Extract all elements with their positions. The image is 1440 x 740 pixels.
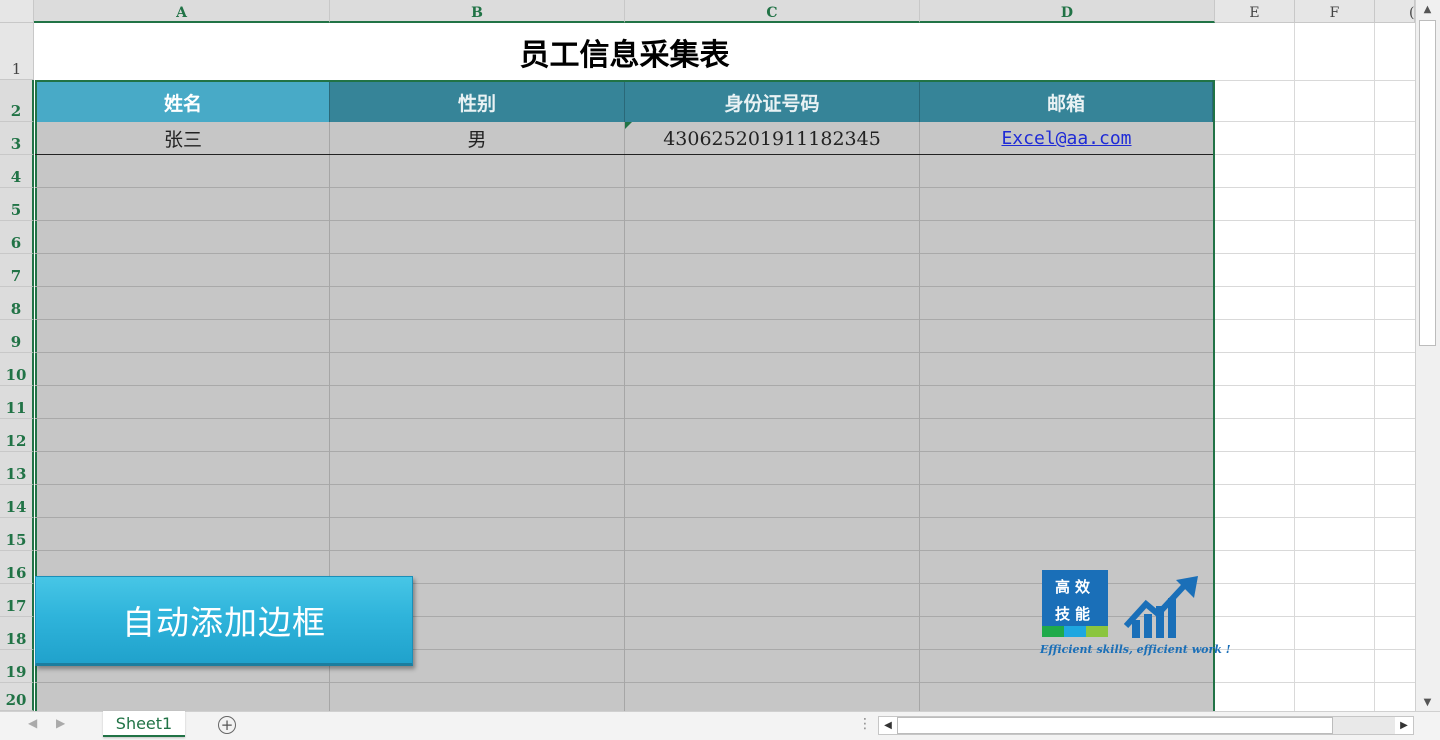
row-header-13[interactable]: 13 [0, 452, 34, 485]
sheet-title-cell[interactable]: 员工信息采集表 [35, 23, 1214, 80]
col-line [919, 82, 920, 711]
splitter-dots[interactable]: ⋮ [858, 716, 872, 732]
email-link[interactable]: Excel@aa.com [1001, 128, 1131, 149]
column-header-e[interactable]: E [1215, 0, 1295, 23]
sheet-tab-sheet1[interactable]: Sheet1 [103, 711, 185, 737]
growth-chart-icon [1124, 576, 1198, 638]
logo-stripe-blue [1064, 626, 1086, 637]
row-header-7[interactable]: 7 [0, 254, 34, 287]
column-header-g[interactable]: ( [1375, 0, 1415, 23]
row-header-3[interactable]: 3 [0, 122, 34, 155]
grid-row-lines [1214, 23, 1415, 711]
logo-text-line1: 高效 [1054, 578, 1095, 596]
header-cell-email[interactable]: 邮箱 [920, 82, 1213, 122]
row-header-10[interactable]: 10 [0, 353, 34, 386]
scroll-down-icon[interactable]: ▼ [1419, 697, 1436, 708]
column-header-b[interactable]: B [330, 0, 625, 23]
header-cell-id-number[interactable]: 身份证号码 [625, 82, 920, 122]
error-indicator-icon [625, 122, 632, 129]
row-3-bottom-border [35, 154, 1213, 155]
column-header-c[interactable]: C [625, 0, 920, 23]
vertical-scroll-thumb[interactable] [1419, 20, 1436, 346]
next-sheet-icon[interactable]: ▶ [56, 716, 65, 730]
row-header-5[interactable]: 5 [0, 188, 34, 221]
row-header-1[interactable]: 1 [0, 23, 34, 80]
row-header-20[interactable]: 20 [0, 683, 34, 711]
logo-caption: Efficient skills, efficient work ! [1040, 643, 1231, 656]
auto-add-border-button[interactable]: 自动添加边框 [35, 576, 413, 666]
row-header-15[interactable]: 15 [0, 518, 34, 551]
col-line [624, 82, 625, 711]
column-header-f[interactable]: F [1295, 0, 1375, 23]
scroll-up-icon[interactable]: ▲ [1419, 4, 1436, 15]
logo-text-line2: 技能 [1054, 605, 1095, 623]
header-cell-name[interactable]: 姓名 [37, 82, 330, 122]
row-header-12[interactable]: 12 [0, 419, 34, 452]
row-header-17[interactable]: 17 [0, 584, 34, 617]
row-header-16[interactable]: 16 [0, 551, 34, 584]
row-header-2[interactable]: 2 [0, 80, 34, 122]
row-header-6[interactable]: 6 [0, 221, 34, 254]
horizontal-scroll-thumb[interactable] [897, 717, 1333, 734]
cell-gender[interactable]: 男 [330, 122, 624, 155]
prev-sheet-icon[interactable]: ◀ [28, 716, 37, 730]
column-header-d[interactable]: D [920, 0, 1215, 23]
cell-id-number[interactable]: 430625201911182345 [625, 122, 919, 155]
row-header-19[interactable]: 19 [0, 650, 34, 683]
cell-email[interactable]: Excel@aa.com [920, 122, 1213, 155]
row-header-18[interactable]: 18 [0, 617, 34, 650]
cell-name[interactable]: 张三 [37, 122, 329, 155]
row-header-9[interactable]: 9 [0, 320, 34, 353]
column-header-a[interactable]: A [34, 0, 330, 23]
row-header-4[interactable]: 4 [0, 155, 34, 188]
logo-stripe-green [1042, 626, 1064, 637]
scroll-right-icon[interactable]: ▶ [1395, 717, 1413, 734]
header-cell-gender[interactable]: 性别 [330, 82, 625, 122]
scroll-left-icon[interactable]: ◀ [879, 717, 897, 734]
row-header-11[interactable]: 11 [0, 386, 34, 419]
plus-circle-icon[interactable]: + [218, 716, 236, 734]
row-header-8[interactable]: 8 [0, 287, 34, 320]
select-all-corner[interactable] [0, 0, 34, 23]
row-header-14[interactable]: 14 [0, 485, 34, 518]
logo-stripe-lime [1086, 626, 1108, 637]
